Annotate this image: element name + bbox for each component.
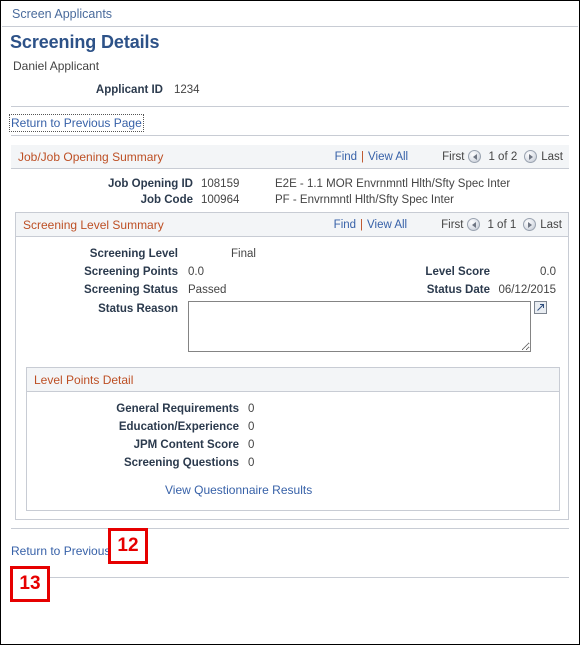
job-opening-id-value: 108159 <box>201 178 240 190</box>
job-opening-summary-title: Job/Job Opening Summary <box>18 149 164 164</box>
level-summary-nav-separator: | <box>360 218 364 231</box>
next-row-arrow-icon[interactable] <box>524 150 538 163</box>
page-title: Screening Details <box>10 32 160 52</box>
return-to-previous-page-link-top[interactable]: Return to Previous Page <box>9 114 144 132</box>
screening-status-label: Screening Status <box>84 284 178 296</box>
job-code-label: Job Code <box>140 194 193 206</box>
job-summary-nav-separator: | <box>361 150 365 163</box>
level-summary-last-link[interactable]: Last <box>540 219 562 231</box>
screening-level-summary-panel: Screening Level Summary Find | View All … <box>15 212 569 520</box>
annotation-callout-12: 12 <box>108 528 148 564</box>
job-summary-first-link[interactable]: First <box>442 151 464 163</box>
status-reason-row: Status Reason <box>16 299 568 352</box>
screening-level-summary-body: Screening Level Final Screening Points 0… <box>16 237 568 358</box>
level-points-detail-panel: Level Points Detail General Requirements… <box>26 367 560 511</box>
level-summary-view-all-link[interactable]: View All <box>367 219 407 231</box>
job-opening-summary-nav: Find | View All First 1 of 2 Last <box>335 150 563 163</box>
screening-level-summary-nav: Find | View All First 1 of 1 Last <box>334 218 562 231</box>
education-experience-row: Education/Experience 0 <box>27 418 559 436</box>
screening-level-summary-header: Screening Level Summary Find | View All … <box>16 213 568 237</box>
job-opening-id-row: Job Opening ID 108159 E2E - 1.1 MOR Envr… <box>11 176 569 192</box>
status-date-value: 06/12/2015 <box>498 284 556 296</box>
level-score-value: 0.0 <box>540 266 556 278</box>
screening-level-label: Screening Level <box>89 248 178 260</box>
level-summary-row-counter: 1 of 1 <box>487 218 517 231</box>
jpm-content-score-row: JPM Content Score 0 <box>27 436 559 454</box>
screening-level-value: Final <box>231 248 256 260</box>
job-opening-summary-section: Job/Job Opening Summary Find | View All … <box>11 145 569 212</box>
screening-points-row: Screening Points 0.0 Level Score 0.0 <box>16 263 568 281</box>
applicant-id-value: 1234 <box>174 84 200 96</box>
job-code-row: Job Code 100964 PF - Envrnmntl Hlth/Sfty… <box>11 192 569 208</box>
jpm-content-score-value: 0 <box>248 439 255 451</box>
general-requirements-value: 0 <box>248 403 255 415</box>
previous-level-arrow-icon[interactable] <box>467 218 481 231</box>
return-to-previous-page-bottom-wrap: Return to Previous Page <box>1 529 579 563</box>
breadcrumb: Screen Applicants <box>2 1 578 27</box>
job-code-description: PF - Envrnmntl Hlth/Sfty Spec Inter <box>275 194 454 206</box>
screening-questions-label: Screening Questions <box>123 457 239 469</box>
screening-questions-value: 0 <box>248 457 255 469</box>
applicant-id-label: Applicant ID <box>95 84 163 96</box>
level-summary-find-link[interactable]: Find <box>334 219 356 231</box>
divider-page-bottom <box>11 577 569 578</box>
job-opening-summary-header: Job/Job Opening Summary Find | View All … <box>11 145 569 169</box>
view-questionnaire-results-row: View Questionnaire Results <box>27 472 559 506</box>
applicant-name: Daniel Applicant <box>13 59 100 73</box>
level-points-detail-header: Level Points Detail <box>27 368 559 392</box>
status-reason-label: Status Reason <box>98 303 178 315</box>
job-opening-id-label: Job Opening ID <box>108 178 193 190</box>
screening-questions-row: Screening Questions 0 <box>27 454 559 472</box>
next-level-arrow-icon[interactable] <box>523 218 537 231</box>
return-to-previous-page-top-wrap: Return to Previous Page <box>1 107 579 135</box>
applicant-id-row: Applicant ID 1234 <box>1 75 579 102</box>
general-requirements-row: General Requirements 0 <box>27 400 559 418</box>
job-summary-fields: Job Opening ID 108159 E2E - 1.1 MOR Envr… <box>11 169 569 212</box>
screening-level-summary-title: Screening Level Summary <box>23 217 164 232</box>
level-summary-first-link[interactable]: First <box>441 219 463 231</box>
screening-level-row: Screening Level Final <box>16 245 568 263</box>
screening-points-label: Screening Points <box>84 266 178 278</box>
status-reason-input[interactable] <box>188 301 531 352</box>
job-code-value: 100964 <box>201 194 240 206</box>
job-opening-id-description: E2E - 1.1 MOR Envrnmntl Hlth/Sfty Spec I… <box>275 178 511 190</box>
job-summary-view-all-link[interactable]: View All <box>368 151 408 163</box>
expand-textarea-icon[interactable] <box>534 301 547 314</box>
breadcrumb-link-screen-applicants[interactable]: Screen Applicants <box>12 7 112 21</box>
previous-row-arrow-icon[interactable] <box>468 150 482 163</box>
screening-details-page: Screen Applicants Screening Details Dani… <box>0 0 580 645</box>
level-score-label: Level Score <box>425 266 490 278</box>
level-points-detail-title: Level Points Detail <box>34 372 134 387</box>
education-experience-value: 0 <box>248 421 255 433</box>
screening-status-row: Screening Status Passed Status Date 06/1… <box>16 281 568 299</box>
general-requirements-label: General Requirements <box>116 403 239 415</box>
level-points-detail-body: General Requirements 0 Education/Experie… <box>27 392 559 510</box>
view-questionnaire-results-link[interactable]: View Questionnaire Results <box>165 483 312 497</box>
status-date-label: Status Date <box>426 284 490 296</box>
job-summary-find-link[interactable]: Find <box>335 151 357 163</box>
education-experience-label: Education/Experience <box>118 421 239 433</box>
job-summary-last-link[interactable]: Last <box>541 151 563 163</box>
divider-above-job-summary <box>11 135 569 136</box>
job-summary-row-counter: 1 of 2 <box>488 150 518 163</box>
screening-status-value: Passed <box>188 284 227 296</box>
annotation-callout-13: 13 <box>10 566 50 602</box>
screening-points-value: 0.0 <box>188 266 204 278</box>
jpm-content-score-label: JPM Content Score <box>133 439 239 451</box>
